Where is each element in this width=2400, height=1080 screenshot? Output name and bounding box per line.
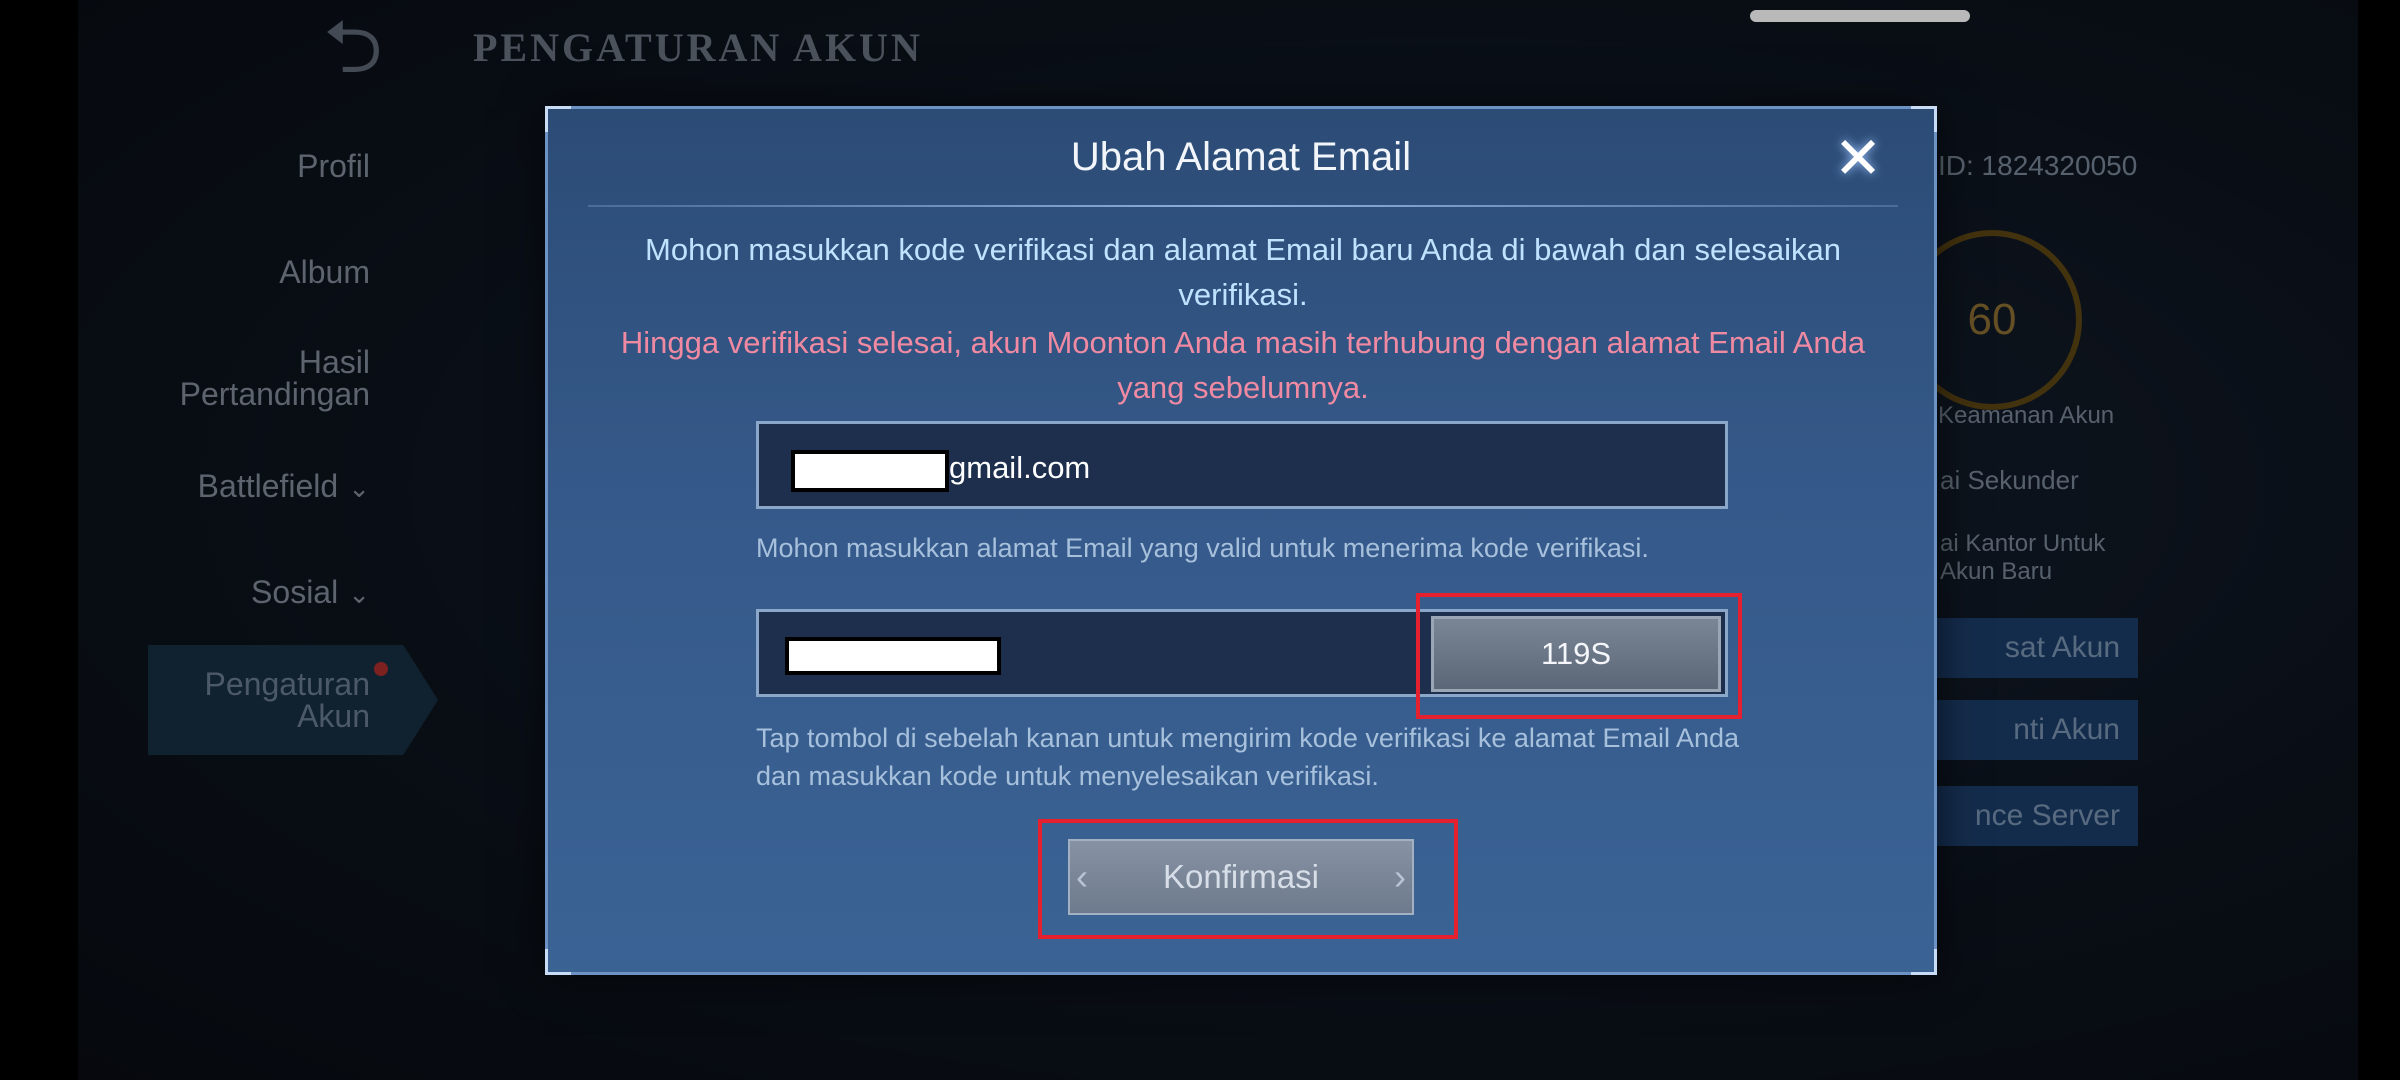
email-hint: Mohon masukkan alamat Email yang valid u…	[756, 533, 1649, 563]
title-divider	[588, 205, 1898, 207]
dialog-title: Ubah Alamat Email	[1070, 135, 1412, 179]
warning-text: Hingga verifikasi selesai, akun Moonton …	[620, 325, 1866, 405]
chevron-down-icon: ⌄	[348, 473, 370, 503]
account-id: ID: 1824320050	[1938, 150, 2138, 181]
dialog-corner-ornament	[545, 106, 571, 132]
dialog-corner-ornament	[1911, 106, 1937, 132]
sidebar-item-profil[interactable]: Profil	[297, 150, 370, 182]
redaction-box	[785, 637, 1001, 675]
dialog-corner-ornament	[1911, 949, 1937, 975]
security-label: Keamanan Akun	[1938, 402, 2115, 429]
chevron-down-icon: ⌄	[348, 579, 370, 609]
change-email-dialog: Ubah Alamat Email ✕ Mohon masukkan kode …	[545, 106, 1937, 975]
new-account-label: ai Kantor Untuk Akun Baru	[1940, 530, 2106, 585]
email-input[interactable]: gmail.com	[756, 421, 1728, 509]
secondary-label: ai Sekunder	[1940, 465, 2079, 495]
sidebar-item-pengaturan[interactable]: Pengaturan Akun	[205, 668, 370, 732]
notification-dot	[374, 662, 388, 676]
page-title: PENGATURAN AKUN	[473, 25, 923, 70]
sidebar-item-sosial[interactable]: Sosial ⌄	[251, 576, 370, 610]
email-value: gmail.com	[949, 450, 1091, 485]
close-icon[interactable]: ✕	[1828, 129, 1888, 189]
sidebar-item-battlefield[interactable]: Battlefield ⌄	[198, 470, 370, 504]
highlight-box	[1038, 819, 1458, 939]
code-hint: Tap tombol di sebelah kanan untuk mengir…	[756, 723, 1740, 791]
dialog-corner-ornament	[545, 949, 571, 975]
system-gesture-bar	[1750, 10, 1970, 22]
redaction-box	[791, 450, 949, 492]
sidebar-item-album[interactable]: Album	[279, 256, 370, 288]
back-arrow-icon[interactable]: ⮌	[258, 10, 448, 84]
instruction-text: Mohon masukkan kode verifikasi dan alama…	[645, 232, 1841, 312]
sidebar-item-hasil[interactable]: Hasil Pertandingan	[180, 346, 370, 410]
highlight-box	[1416, 593, 1742, 719]
